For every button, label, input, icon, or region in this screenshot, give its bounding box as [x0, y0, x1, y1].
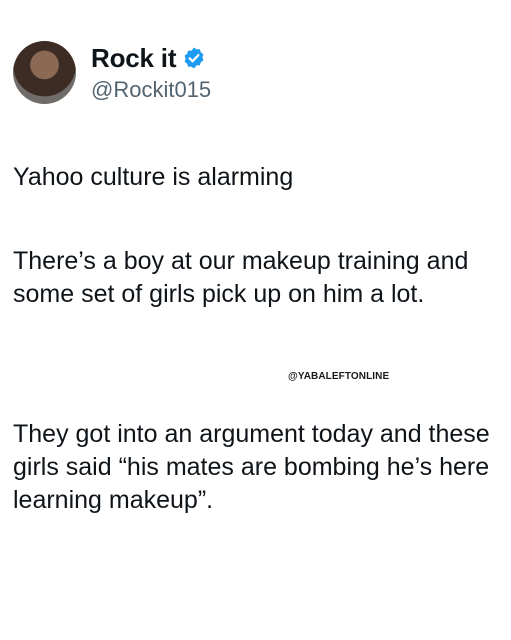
verified-badge-icon — [182, 46, 206, 70]
author-names: Rock it @Rockit015 — [91, 43, 211, 103]
tweet-paragraph-1: Yahoo culture is alarming — [13, 163, 294, 191]
user-handle[interactable]: @Rockit015 — [91, 77, 211, 103]
avatar[interactable] — [13, 41, 76, 104]
tweet-paragraph-3: They got into an argument today and thes… — [13, 420, 490, 514]
tweet-paragraph-2: There’s a boy at our makeup training and… — [13, 247, 469, 308]
watermark: @YABALEFTONLINE — [288, 371, 390, 382]
display-name[interactable]: Rock it — [91, 43, 176, 73]
tweet-header: Rock it @Rockit015 — [13, 41, 211, 104]
display-name-row: Rock it — [91, 43, 211, 73]
